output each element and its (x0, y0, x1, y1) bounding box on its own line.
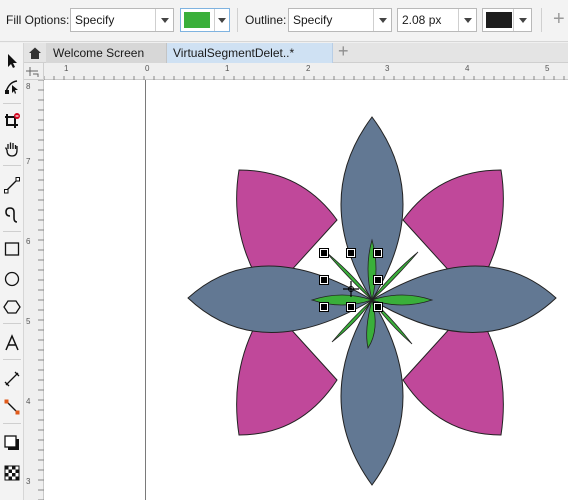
selection-handle[interactable] (319, 248, 329, 258)
toolbox-separator (3, 359, 21, 360)
ruler-label: 3 (26, 477, 31, 486)
selection-handle[interactable] (373, 275, 383, 285)
crop-tool-icon[interactable] (1, 109, 23, 133)
ellipse-tool-icon[interactable] (1, 267, 23, 291)
ruler-label: 5 (26, 317, 31, 326)
plus-icon: + (338, 41, 349, 61)
connector-tool-icon[interactable] (1, 395, 23, 419)
outline-width-value: 2.08 px (402, 13, 442, 27)
toolbox-separator (3, 231, 21, 232)
tab-welcome-screen[interactable]: Welcome Screen (46, 43, 167, 63)
outline-label: Outline: (245, 13, 287, 27)
tab-label: VirtualSegmentDelet..* (173, 46, 295, 60)
outline-color-swatch (486, 12, 512, 28)
horizontal-ruler[interactable]: 1 0 1 2 3 4 5 (44, 63, 568, 80)
chevron-down-icon (373, 9, 391, 31)
outline-value: Specify (293, 13, 333, 27)
tab-label: Welcome Screen (53, 46, 145, 60)
outline-dropdown[interactable]: Specify (288, 8, 392, 32)
selection-handle[interactable] (373, 248, 383, 258)
vertical-ruler[interactable]: 8 7 6 5 4 3 (24, 80, 44, 500)
ruler-label: 7 (26, 157, 31, 166)
plus-icon[interactable]: + (553, 9, 565, 29)
chevron-down-icon (155, 9, 173, 31)
toolbox-separator (3, 103, 21, 104)
freehand-tool-icon[interactable] (1, 173, 23, 197)
selection-handle[interactable] (319, 302, 329, 312)
ruler-label: 1 (64, 64, 69, 73)
tab-document[interactable]: VirtualSegmentDelet..* (167, 43, 333, 63)
toolbar-separator (237, 8, 238, 32)
transparency-icon[interactable] (1, 461, 23, 485)
ruler-label: 5 (545, 64, 550, 73)
property-bar: Fill Options: Specify Outline: Specify 2… (0, 0, 568, 42)
toolbox-separator (3, 423, 21, 424)
dimension-tool-icon[interactable] (1, 367, 23, 391)
toolbox-separator (3, 165, 21, 166)
selection-handle[interactable] (319, 275, 329, 285)
ruler-label: 3 (385, 64, 390, 73)
tab-add[interactable]: + (333, 41, 355, 63)
chevron-down-icon (513, 9, 531, 31)
flower-drawing (187, 116, 557, 486)
toolbox-separator (3, 323, 21, 324)
ruler-corner[interactable] (24, 63, 44, 80)
home-icon (29, 47, 41, 59)
ruler-label: 0 (145, 64, 150, 73)
chevron-down-icon (458, 9, 476, 31)
fill-options-dropdown[interactable]: Specify (70, 8, 174, 32)
ruler-label: 6 (26, 237, 31, 246)
drop-shadow-icon[interactable] (1, 431, 23, 455)
text-tool-icon[interactable] (1, 331, 23, 355)
ruler-label: 1 (225, 64, 230, 73)
shape-tool-icon[interactable] (1, 75, 23, 99)
selection-handle[interactable] (373, 302, 383, 312)
ruler-label: 4 (465, 64, 470, 73)
ruler-label: 8 (26, 82, 31, 91)
tab-home[interactable] (24, 43, 46, 63)
pan-tool-icon[interactable] (1, 137, 23, 161)
fill-options-label: Fill Options: (6, 13, 70, 27)
rectangle-tool-icon[interactable] (1, 237, 23, 261)
toolbox (0, 43, 24, 500)
drawing-canvas[interactable] (44, 80, 568, 500)
toolbar-separator (541, 8, 542, 32)
fill-color-swatch (184, 12, 210, 28)
chevron-down-icon (214, 9, 229, 31)
pick-tool-icon[interactable] (1, 49, 23, 73)
fill-color-picker[interactable] (180, 8, 230, 32)
fill-options-value: Specify (75, 13, 115, 27)
document-tabs: Welcome Screen VirtualSegmentDelet..* + (24, 41, 568, 63)
selection-handle[interactable] (346, 302, 356, 312)
artistic-media-icon[interactable] (1, 203, 23, 227)
outline-color-picker[interactable] (482, 8, 532, 32)
ruler-label: 4 (26, 397, 31, 406)
outline-width-dropdown[interactable]: 2.08 px (397, 8, 477, 32)
ruler-label: 2 (306, 64, 311, 73)
polygon-tool-icon[interactable] (1, 295, 23, 319)
selection-handle[interactable] (346, 248, 356, 258)
